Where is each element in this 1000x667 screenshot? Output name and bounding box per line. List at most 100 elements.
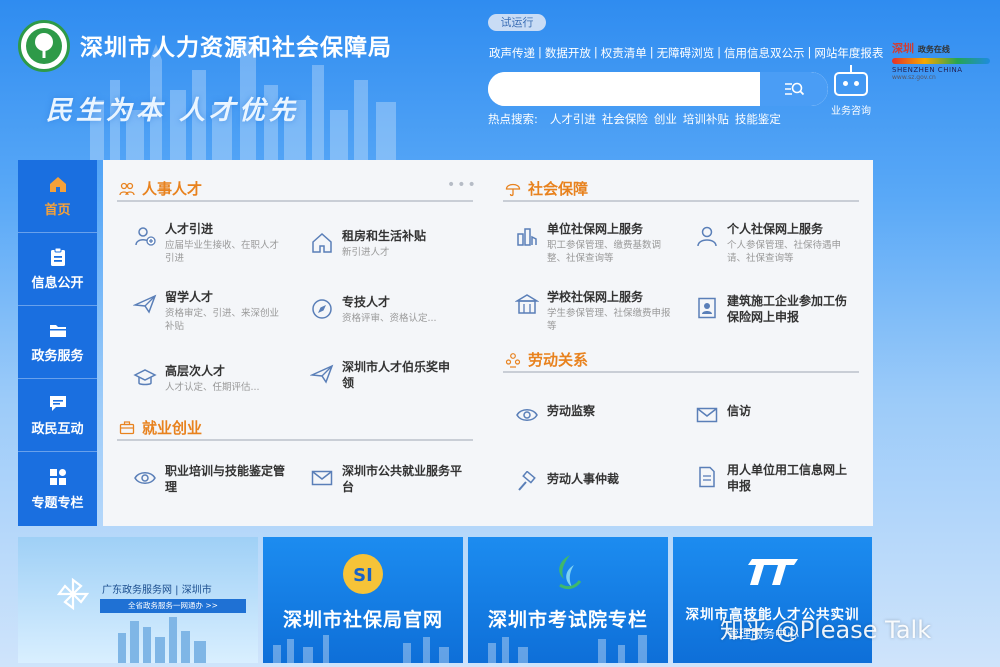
card-title: 人才引进 [165,222,214,236]
service-card-rent-subsidy[interactable]: 租房和生活补贴 新引进人才 [310,228,460,259]
side-navigation: 首页 信息公开 政务服务 政民互动 专题专栏 [18,160,97,526]
nav-item-home[interactable]: 首页 [18,160,97,233]
service-card-employer-social-insurance[interactable]: 单位社保网上服务 职工参保管理、缴费基数调整、社保查询等 [515,221,675,265]
service-card-overseas-talent[interactable]: 留学人才 资格审定、引进、来深创业补贴 [132,289,283,333]
trial-badge: 试运行 [488,14,546,31]
top-link[interactable]: 数据开放 [544,45,592,61]
nav-item-special-topics[interactable]: 专题专栏 [18,452,97,525]
chat-icon [49,396,66,411]
card-title: 专技人才 [342,295,391,309]
banner-guangdong-gov-service[interactable]: 广东政务服务网 | 深圳市 全省政务服务一网通办 >> [18,537,258,663]
card-title: 深圳市公共就业服务平台 [342,464,463,494]
service-card-school-social-insurance[interactable]: 学校社保网上服务 学生参保管理、社保缴费申报等 [514,289,675,333]
search-bar [488,72,828,106]
card-title: 深圳市人才伯乐奖申领 [342,360,451,390]
banner-line2[interactable]: 全省政务服务一网通办 >> [100,599,246,613]
gavel-icon [515,470,539,495]
service-card-professional-talent[interactable]: 专技人才 资格评审、资格认定... [310,294,460,325]
service-card-labor-inspection[interactable]: 劳动监察 [515,400,675,427]
city-logo-url: www.sz.gov.cn [892,74,936,81]
eye-icon [515,403,539,427]
nav-label: 政民互动 [31,422,84,437]
banner-title: 深圳市考试院专栏 [487,609,648,631]
top-link[interactable]: 信用信息双公示 [723,45,806,61]
umbrella-icon [505,183,521,196]
card-title: 劳动人事仲裁 [547,472,620,486]
city-skyline-decoration [273,635,449,663]
consult-robot-button[interactable]: 业务咨询 [828,65,874,117]
bureau-emblem-logo[interactable] [18,20,70,72]
section-title-labor-relations[interactable]: 劳动关系 [505,349,588,370]
top-link[interactable]: 无障碍浏览 [656,45,716,61]
separator: | [649,45,654,59]
card-title: 学校社保网上服务 [547,290,644,304]
nav-label: 政务服务 [31,349,84,364]
top-link[interactable]: 权责清单 [600,45,648,61]
section-title-employment[interactable]: 就业创业 [119,417,202,438]
city-logo-subtitle: 政务在线 [917,44,950,54]
divider [117,439,473,441]
top-link[interactable]: 网站年度报表 [813,45,884,61]
hot-search-term[interactable]: 技能鉴定 [735,111,781,127]
service-card-public-employment[interactable]: 深圳市公共就业服务平台 [310,463,470,495]
hot-search-term[interactable]: 人才引进 [550,111,596,127]
banner-exam-institute-column[interactable]: 深圳市考试院专栏 [468,537,668,663]
hot-search-label: 热点搜索: [488,112,538,126]
shenzhen-gov-logo[interactable]: 深圳 政务在线 SHENZHEN CHINA www.sz.gov.cn [892,40,990,84]
logo-wave-decoration [892,58,990,64]
hot-search-term[interactable]: 社会保险 [602,111,648,127]
nav-item-interaction[interactable]: 政民互动 [18,379,97,452]
nav-item-gov-services[interactable]: 政务服务 [18,306,97,379]
zhihu-watermark: 知乎 @Please Talk [720,616,932,644]
service-card-bole-award[interactable]: 深圳市人才伯乐奖申领 [309,359,460,391]
search-button[interactable] [760,72,828,106]
banner-line1: 广东政务服务网 | 深圳市 [102,585,212,596]
robot-icon [834,65,868,96]
service-card-construction-injury-insurance[interactable]: 建筑施工企业参加工伤保险网上申报 [695,293,855,325]
people-group-icon [505,352,521,368]
city-skyline-decoration [118,617,206,663]
separator: | [807,45,812,59]
card-title: 信访 [727,404,752,418]
home-icon [49,177,66,192]
section-title-text: 劳动关系 [528,351,589,369]
plane-icon [309,362,334,386]
section-title-text: 就业创业 [142,419,203,437]
section-title-talent[interactable]: 人事人才 [119,178,202,199]
service-card-vocational-training[interactable]: 职业培训与技能鉴定管理 [133,463,293,495]
service-card-labor-arbitration[interactable]: 劳动人事仲裁 [515,468,675,495]
divider [503,371,859,373]
nav-item-info-disclosure[interactable]: 信息公开 [18,233,97,306]
exam-institute-leaf-logo [559,555,582,590]
service-card-personal-social-insurance[interactable]: 个人社保网上服务 个人参保管理、社保待遇申请、社保查询等 [695,221,855,265]
search-input[interactable] [488,72,760,106]
hot-search-term[interactable]: 创业 [654,111,677,127]
grid-icon [49,468,66,485]
service-card-petition[interactable]: 信访 [695,400,855,427]
card-title: 租房和生活补贴 [342,229,427,243]
service-card-high-level-talent[interactable]: 高层次人才 人才认定、任期评估... [133,363,283,394]
more-options-icon[interactable]: ••• [447,177,478,193]
card-title: 用人单位用工信息网上申报 [727,463,848,493]
service-card-employment-info-report[interactable]: 用人单位用工信息网上申报 [695,462,855,494]
mail-icon [310,466,334,490]
hot-search-term[interactable]: 培训补贴 [683,111,729,127]
svg-text:SI: SI [353,565,373,586]
card-desc: 新引进人才 [342,247,390,258]
training-center-logo [747,559,798,585]
banner-title: 深圳市社保局官网 [282,609,443,631]
section-title-text: 社会保障 [528,180,589,198]
card-title: 个人社保网上服务 [727,222,824,236]
section-title-social-security[interactable]: 社会保障 [505,178,588,199]
building-chart-icon [515,224,539,248]
service-card-talent-intro[interactable]: 人才引进 应届毕业生接收、在职人才引进 [133,221,283,265]
separator: | [593,45,598,59]
top-links: 政声传递 | 数据开放 | 权责清单 | 无障碍浏览 | 信用信息双公示 | 网站年度报表 [488,45,884,61]
user-add-icon [133,224,157,248]
school-icon [514,292,540,316]
top-link[interactable]: 政声传递 [488,45,536,61]
banner-social-insurance-official-site[interactable]: SI 深圳市社保局官网 [263,537,463,663]
divider [117,200,473,202]
nav-label: 专题专栏 [31,495,84,511]
site-title[interactable]: 深圳市人力资源和社会保障局 [80,28,392,62]
